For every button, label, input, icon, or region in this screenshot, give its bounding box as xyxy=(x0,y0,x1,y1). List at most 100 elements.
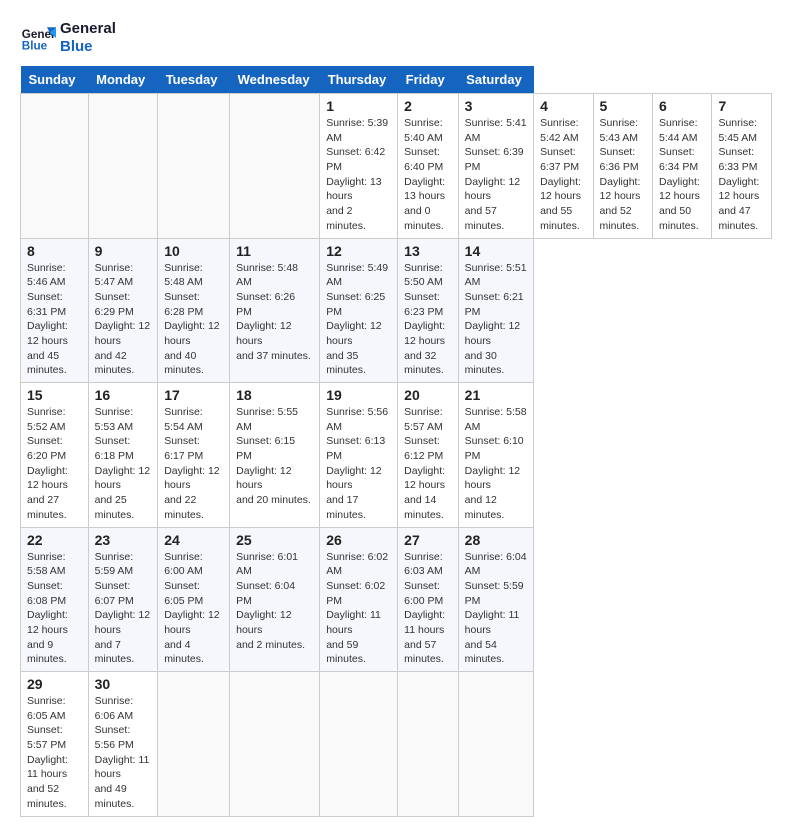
day-info: Sunrise: 5:40 AMSunset: 6:40 PMDaylight:… xyxy=(404,116,452,234)
day-number: 14 xyxy=(465,243,527,259)
day-number: 28 xyxy=(465,532,527,548)
calendar-cell: 13 Sunrise: 5:50 AMSunset: 6:23 PMDayligh… xyxy=(398,238,459,383)
day-number: 27 xyxy=(404,532,452,548)
day-info: Sunrise: 6:04 AMSunset: 5:59 PMDaylight:… xyxy=(465,550,527,668)
calendar-cell: 7Sunrise: 5:45 AMSunset: 6:33 PMDaylight… xyxy=(712,94,772,239)
calendar-week-1: 1 Sunrise: 5:39 AMSunset: 6:42 PMDaylight… xyxy=(21,94,772,239)
calendar-cell xyxy=(458,672,533,817)
day-number: 19 xyxy=(326,387,391,403)
calendar-cell: 2 Sunrise: 5:40 AMSunset: 6:40 PMDaylight… xyxy=(398,94,459,239)
calendar-cell xyxy=(230,94,320,239)
calendar-week-2: 8Sunrise: 5:46 AMSunset: 6:31 PMDaylight… xyxy=(21,238,772,383)
day-number: 18 xyxy=(236,387,313,403)
day-info: Sunrise: 5:53 AMSunset: 6:18 PMDaylight:… xyxy=(95,405,152,523)
calendar-cell: 30Sunrise: 6:06 AMSunset: 5:56 PMDayligh… xyxy=(88,672,158,817)
calendar-cell: 29Sunrise: 6:05 AMSunset: 5:57 PMDayligh… xyxy=(21,672,89,817)
day-info: Sunrise: 5:44 AMSunset: 6:34 PMDaylight:… xyxy=(659,116,705,234)
calendar-cell: 14 Sunrise: 5:51 AMSunset: 6:21 PMDayligh… xyxy=(458,238,533,383)
calendar-cell: 17Sunrise: 5:54 AMSunset: 6:17 PMDayligh… xyxy=(158,383,230,528)
calendar-cell xyxy=(158,672,230,817)
day-info: Sunrise: 5:58 AMSunset: 6:10 PMDaylight:… xyxy=(465,405,527,523)
day-info: Sunrise: 5:39 AMSunset: 6:42 PMDaylight:… xyxy=(326,116,391,234)
calendar-cell: 9Sunrise: 5:47 AMSunset: 6:29 PMDaylight… xyxy=(88,238,158,383)
calendar-cell: 4 Sunrise: 5:42 AMSunset: 6:37 PMDaylight… xyxy=(534,94,593,239)
day-number: 25 xyxy=(236,532,313,548)
calendar-cell: 12 Sunrise: 5:49 AMSunset: 6:25 PMDayligh… xyxy=(320,238,398,383)
day-info: Sunrise: 5:42 AMSunset: 6:37 PMDaylight:… xyxy=(540,116,586,234)
day-number: 11 xyxy=(236,243,313,259)
day-number: 3 xyxy=(465,98,527,114)
day-info: Sunrise: 5:55 AMSunset: 6:15 PMDaylight:… xyxy=(236,405,313,508)
day-number: 5 xyxy=(600,98,646,114)
calendar-cell: 6 Sunrise: 5:44 AMSunset: 6:34 PMDaylight… xyxy=(652,94,711,239)
calendar-week-3: 15Sunrise: 5:52 AMSunset: 6:20 PMDayligh… xyxy=(21,383,772,528)
day-number: 13 xyxy=(404,243,452,259)
calendar-cell: 20 Sunrise: 5:57 AMSunset: 6:12 PMDayligh… xyxy=(398,383,459,528)
day-info: Sunrise: 6:02 AMSunset: 6:02 PMDaylight:… xyxy=(326,550,391,668)
day-info: Sunrise: 5:49 AMSunset: 6:25 PMDaylight:… xyxy=(326,261,391,379)
day-number: 10 xyxy=(164,243,223,259)
day-number: 20 xyxy=(404,387,452,403)
day-number: 26 xyxy=(326,532,391,548)
day-number: 24 xyxy=(164,532,223,548)
day-info: Sunrise: 5:50 AMSunset: 6:23 PMDaylight:… xyxy=(404,261,452,379)
calendar-cell: 15Sunrise: 5:52 AMSunset: 6:20 PMDayligh… xyxy=(21,383,89,528)
day-number: 23 xyxy=(95,532,152,548)
logo-icon: General Blue xyxy=(20,20,56,56)
day-info: Sunrise: 5:56 AMSunset: 6:13 PMDaylight:… xyxy=(326,405,391,523)
calendar-cell xyxy=(158,94,230,239)
calendar-cell: 25Sunrise: 6:01 AMSunset: 6:04 PMDayligh… xyxy=(230,527,320,672)
weekday-header-tuesday: Tuesday xyxy=(158,66,230,94)
day-info: Sunrise: 5:43 AMSunset: 6:36 PMDaylight:… xyxy=(600,116,646,234)
calendar-cell: 5 Sunrise: 5:43 AMSunset: 6:36 PMDaylight… xyxy=(593,94,652,239)
day-info: Sunrise: 5:48 AMSunset: 6:26 PMDaylight:… xyxy=(236,261,313,364)
day-info: Sunrise: 5:41 AMSunset: 6:39 PMDaylight:… xyxy=(465,116,527,234)
day-info: Sunrise: 5:45 AMSunset: 6:33 PMDaylight:… xyxy=(718,116,765,234)
calendar-cell xyxy=(88,94,158,239)
day-number: 4 xyxy=(540,98,586,114)
day-number: 2 xyxy=(404,98,452,114)
calendar-cell: 8Sunrise: 5:46 AMSunset: 6:31 PMDaylight… xyxy=(21,238,89,383)
calendar-week-4: 22Sunrise: 5:58 AMSunset: 6:08 PMDayligh… xyxy=(21,527,772,672)
day-info: Sunrise: 5:57 AMSunset: 6:12 PMDaylight:… xyxy=(404,405,452,523)
day-info: Sunrise: 6:05 AMSunset: 5:57 PMDaylight:… xyxy=(27,694,82,812)
weekday-header-saturday: Saturday xyxy=(458,66,533,94)
day-info: Sunrise: 5:48 AMSunset: 6:28 PMDaylight:… xyxy=(164,261,223,379)
calendar-cell: 16 Sunrise: 5:53 AMSunset: 6:18 PMDayligh… xyxy=(88,383,158,528)
logo: General Blue GeneralBlue xyxy=(20,20,116,56)
page-header: General Blue GeneralBlue xyxy=(20,20,772,56)
day-info: Sunrise: 5:58 AMSunset: 6:08 PMDaylight:… xyxy=(27,550,82,668)
calendar-table: SundayMondayTuesdayWednesdayThursdayFrid… xyxy=(20,66,772,817)
day-info: Sunrise: 6:06 AMSunset: 5:56 PMDaylight:… xyxy=(95,694,152,812)
day-number: 12 xyxy=(326,243,391,259)
calendar-cell: 26 Sunrise: 6:02 AMSunset: 6:02 PMDayligh… xyxy=(320,527,398,672)
calendar-cell: 3 Sunrise: 5:41 AMSunset: 6:39 PMDaylight… xyxy=(458,94,533,239)
day-number: 1 xyxy=(326,98,391,114)
day-info: Sunrise: 6:03 AMSunset: 6:00 PMDaylight:… xyxy=(404,550,452,668)
weekday-header-wednesday: Wednesday xyxy=(230,66,320,94)
day-info: Sunrise: 5:47 AMSunset: 6:29 PMDaylight:… xyxy=(95,261,152,379)
calendar-cell: 22Sunrise: 5:58 AMSunset: 6:08 PMDayligh… xyxy=(21,527,89,672)
day-info: Sunrise: 5:54 AMSunset: 6:17 PMDaylight:… xyxy=(164,405,223,523)
calendar-cell: 19 Sunrise: 5:56 AMSunset: 6:13 PMDayligh… xyxy=(320,383,398,528)
calendar-cell: 23Sunrise: 5:59 AMSunset: 6:07 PMDayligh… xyxy=(88,527,158,672)
weekday-header-thursday: Thursday xyxy=(320,66,398,94)
weekday-header-sunday: Sunday xyxy=(21,66,89,94)
day-info: Sunrise: 6:00 AMSunset: 6:05 PMDaylight:… xyxy=(164,550,223,668)
day-number: 21 xyxy=(465,387,527,403)
calendar-cell: 28 Sunrise: 6:04 AMSunset: 5:59 PMDayligh… xyxy=(458,527,533,672)
weekday-header-monday: Monday xyxy=(88,66,158,94)
calendar-cell: 11 Sunrise: 5:48 AMSunset: 6:26 PMDayligh… xyxy=(230,238,320,383)
calendar-cell xyxy=(230,672,320,817)
day-info: Sunrise: 5:51 AMSunset: 6:21 PMDaylight:… xyxy=(465,261,527,379)
calendar-cell: 10 Sunrise: 5:48 AMSunset: 6:28 PMDayligh… xyxy=(158,238,230,383)
day-number: 6 xyxy=(659,98,705,114)
calendar-cell: 27 Sunrise: 6:03 AMSunset: 6:00 PMDayligh… xyxy=(398,527,459,672)
day-number: 16 xyxy=(95,387,152,403)
calendar-week-5: 29Sunrise: 6:05 AMSunset: 5:57 PMDayligh… xyxy=(21,672,772,817)
day-number: 8 xyxy=(27,243,82,259)
logo-text: GeneralBlue xyxy=(60,20,116,56)
calendar-cell: 1 Sunrise: 5:39 AMSunset: 6:42 PMDaylight… xyxy=(320,94,398,239)
calendar-cell: 21 Sunrise: 5:58 AMSunset: 6:10 PMDayligh… xyxy=(458,383,533,528)
calendar-cell: 18 Sunrise: 5:55 AMSunset: 6:15 PMDayligh… xyxy=(230,383,320,528)
